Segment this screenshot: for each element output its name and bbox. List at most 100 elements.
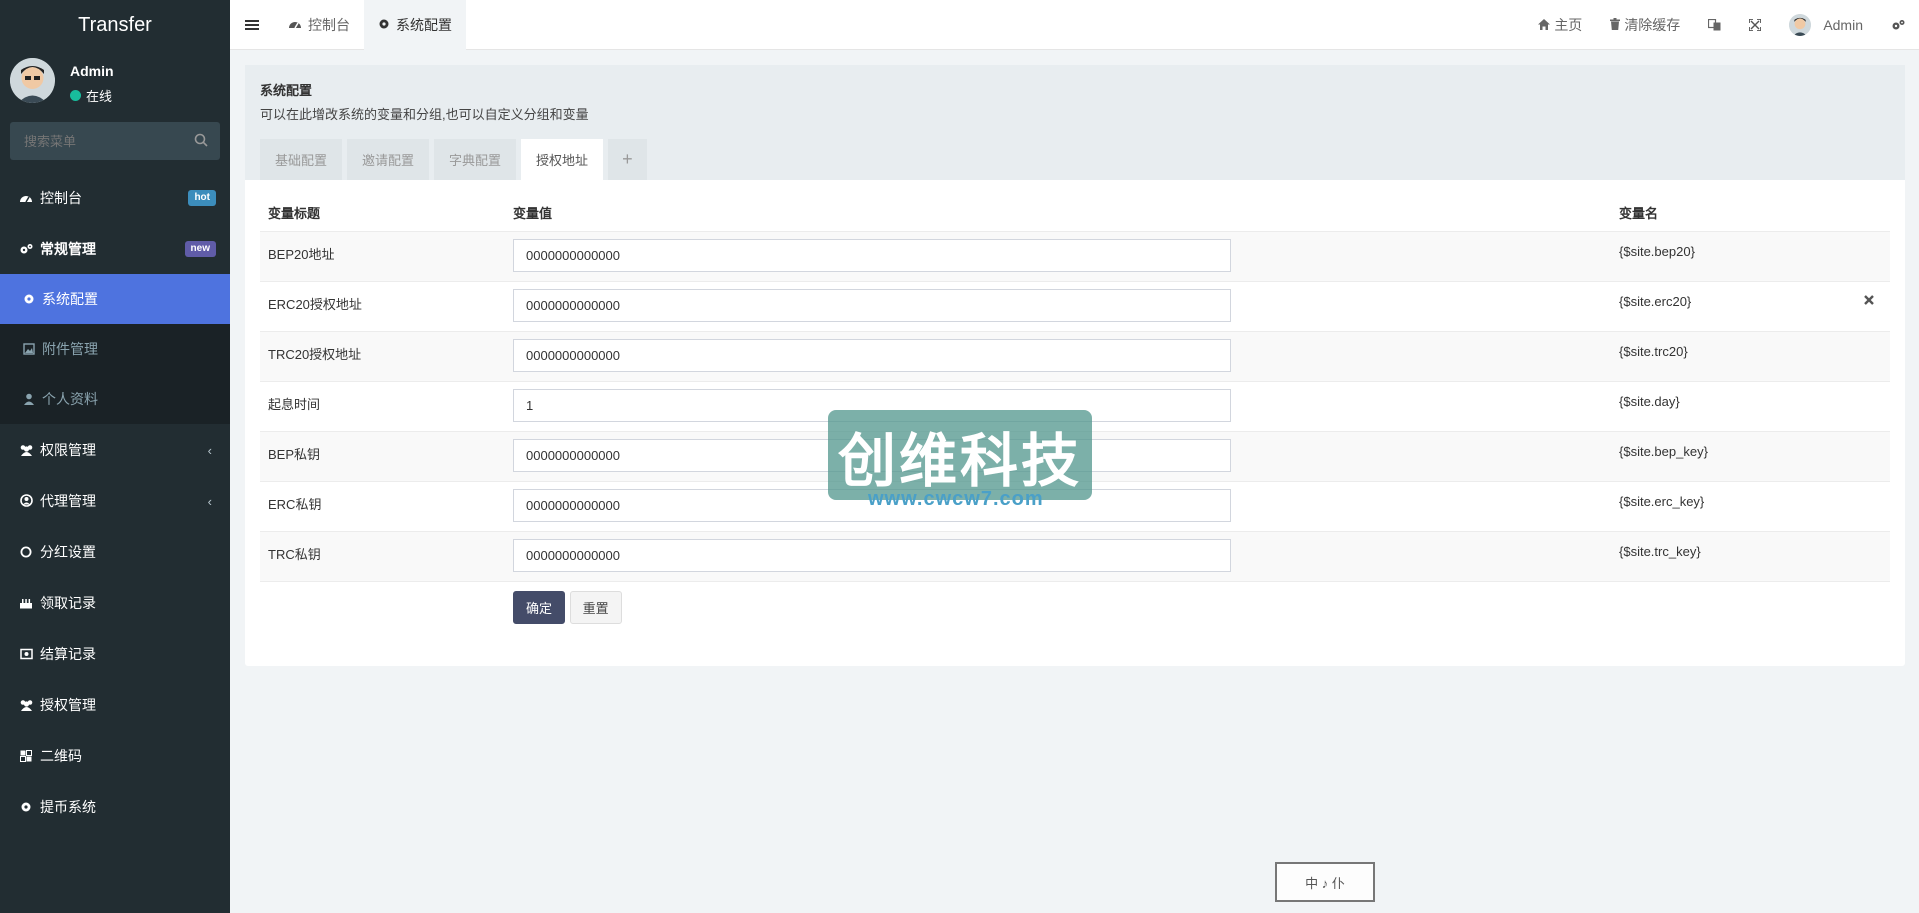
config-tabs: 基础配置 邀请配置 字典配置 授权地址 +: [260, 139, 1890, 180]
header-actions: 主页 清除缓存 Admin: [1524, 0, 1919, 50]
home-link[interactable]: 主页: [1524, 0, 1596, 50]
table-row: TRC20授权地址 {$site.trc20}: [260, 331, 1890, 382]
chevron-left-icon: ‹: [207, 443, 212, 458]
empty-cell: [260, 581, 505, 631]
app-logo[interactable]: Transfer: [0, 0, 230, 50]
sidebar-item-dashboard[interactable]: 控制台 hot: [0, 172, 230, 223]
var-title: ERC私钥: [260, 481, 505, 532]
tab-dictionary-config[interactable]: 字典配置: [434, 139, 517, 180]
table-header-row: 变量标题 变量值 变量名: [260, 194, 1890, 232]
watermark: 创维科技 www.cwcw7.com: [828, 410, 1092, 518]
chevron-left-icon: ‹: [207, 494, 212, 509]
users-icon: [18, 444, 34, 456]
var-value-cell: [505, 531, 1611, 582]
delete-row-icon[interactable]: [1840, 281, 1890, 332]
col-header-name: 变量名: [1611, 194, 1840, 232]
settings-cogs-icon[interactable]: [1877, 0, 1919, 50]
header-user-name: Admin: [1823, 16, 1863, 33]
col-header-value: 变量值: [505, 194, 1611, 232]
sidebar-item-system-config[interactable]: 系统配置: [0, 274, 230, 324]
tab-system-config[interactable]: 系统配置: [364, 0, 466, 50]
sidebar-item-settlements[interactable]: 结算记录: [0, 628, 230, 679]
sidebar-item-label: 结算记录: [40, 645, 96, 662]
dashboard-icon: [288, 17, 302, 33]
tab-label: 系统配置: [396, 16, 452, 33]
sidebar-item-withdraw[interactable]: 提币系统: [0, 781, 230, 832]
user-icon: [22, 393, 36, 405]
var-name: {$site.trc20}: [1611, 331, 1840, 382]
sidebar-item-dividend[interactable]: 分红设置: [0, 526, 230, 577]
confirm-button[interactable]: 确定: [513, 590, 566, 624]
user-status-label: 在线: [86, 89, 113, 104]
tab-label: 控制台: [308, 16, 350, 33]
var-value-input[interactable]: [513, 238, 1231, 272]
menu-search-input[interactable]: [10, 122, 190, 160]
action-cell: [1840, 431, 1890, 482]
top-header: 控制台 系统配置 主页 清除缓存 Admin: [230, 0, 1919, 50]
col-header-action: [1840, 194, 1890, 232]
sidebar-item-label: 常规管理: [40, 240, 96, 257]
sidebar-item-label: 控制台: [40, 189, 82, 206]
action-cell: [1840, 231, 1890, 282]
form-actions: 确定 重置: [505, 581, 1611, 631]
tab-auth-address[interactable]: 授权地址: [521, 139, 604, 180]
menu-search: [10, 122, 220, 160]
var-value-input[interactable]: [513, 288, 1231, 322]
gear-icon: [18, 801, 34, 813]
user-panel: Admin 在线: [0, 50, 230, 122]
new-badge: new: [184, 241, 216, 257]
action-cell: [1840, 481, 1890, 532]
search-icon[interactable]: [194, 133, 208, 150]
var-value-input[interactable]: [513, 338, 1231, 372]
home-icon: [1538, 17, 1551, 33]
menu-toggle-icon[interactable]: [230, 0, 274, 50]
user-menu[interactable]: Admin: [1775, 0, 1877, 50]
sidebar-item-agents[interactable]: 代理管理 ‹: [0, 475, 230, 526]
money-icon: [18, 648, 34, 660]
sidebar-item-label: 系统配置: [42, 291, 98, 307]
panel-header: 系统配置 可以在此增改系统的变量和分组,也可以自定义分组和变量 基础配置 邀请配…: [245, 65, 1905, 180]
sidebar-item-general[interactable]: 常规管理 new: [0, 223, 230, 274]
var-title: ERC20授权地址: [260, 281, 505, 332]
sidebar-item-attachments[interactable]: 附件管理: [0, 324, 230, 374]
sidebar-item-label: 附件管理: [42, 341, 98, 357]
header-avatar: [1789, 13, 1812, 36]
sidebar-item-label: 二维码: [40, 747, 82, 764]
sidebar: Transfer Admin 在线 控制台 hot 常规管理 new 系统配置: [0, 0, 230, 913]
tab-dashboard[interactable]: 控制台: [274, 0, 364, 50]
var-value-input[interactable]: [513, 538, 1231, 572]
var-value-cell: [505, 331, 1611, 382]
sidebar-item-qrcode[interactable]: 二维码: [0, 730, 230, 781]
tab-basic-config[interactable]: 基础配置: [260, 139, 343, 180]
var-value-cell: [505, 231, 1611, 282]
sidebar-item-permissions[interactable]: 权限管理 ‹: [0, 424, 230, 475]
reset-button[interactable]: 重置: [569, 590, 622, 624]
sidebar-item-label: 提币系统: [40, 798, 96, 815]
var-name: {$site.bep_key}: [1611, 431, 1840, 482]
var-name: {$site.trc_key}: [1611, 531, 1840, 582]
var-value-cell: [505, 281, 1611, 332]
sidebar-item-profile[interactable]: 个人资料: [0, 374, 230, 424]
form-actions-row: 确定 重置: [260, 581, 1890, 631]
var-name: {$site.bep20}: [1611, 231, 1840, 282]
table-row: TRC私钥 {$site.trc_key}: [260, 531, 1890, 582]
circle-icon: [18, 546, 34, 558]
table-row: ERC20授权地址 {$site.erc20}: [260, 281, 1890, 332]
empty-cell: [1611, 581, 1840, 631]
action-cell: [1840, 381, 1890, 432]
sidebar-item-authorization[interactable]: 授权管理: [0, 679, 230, 730]
cogs-icon: [18, 243, 34, 255]
clear-cache-link[interactable]: 清除缓存: [1596, 0, 1694, 50]
fullscreen-icon[interactable]: [1735, 0, 1775, 50]
language-toggle-icon[interactable]: [1694, 0, 1735, 50]
sidebar-item-label: 权限管理: [40, 441, 96, 458]
watermark-text: 创维科技: [837, 427, 1082, 495]
trash-icon: [1610, 17, 1621, 33]
sidebar-menu: 控制台 hot 常规管理 new 系统配置 附件管理 个人资料 权限管理 ‹ 代…: [0, 172, 230, 832]
sidebar-item-claims[interactable]: 领取记录: [0, 577, 230, 628]
tab-invite-config[interactable]: 邀请配置: [347, 139, 430, 180]
sidebar-item-label: 领取记录: [40, 594, 96, 611]
sidebar-item-label: 个人资料: [42, 391, 98, 407]
add-group-button[interactable]: +: [608, 139, 647, 180]
var-title: TRC20授权地址: [260, 331, 505, 382]
